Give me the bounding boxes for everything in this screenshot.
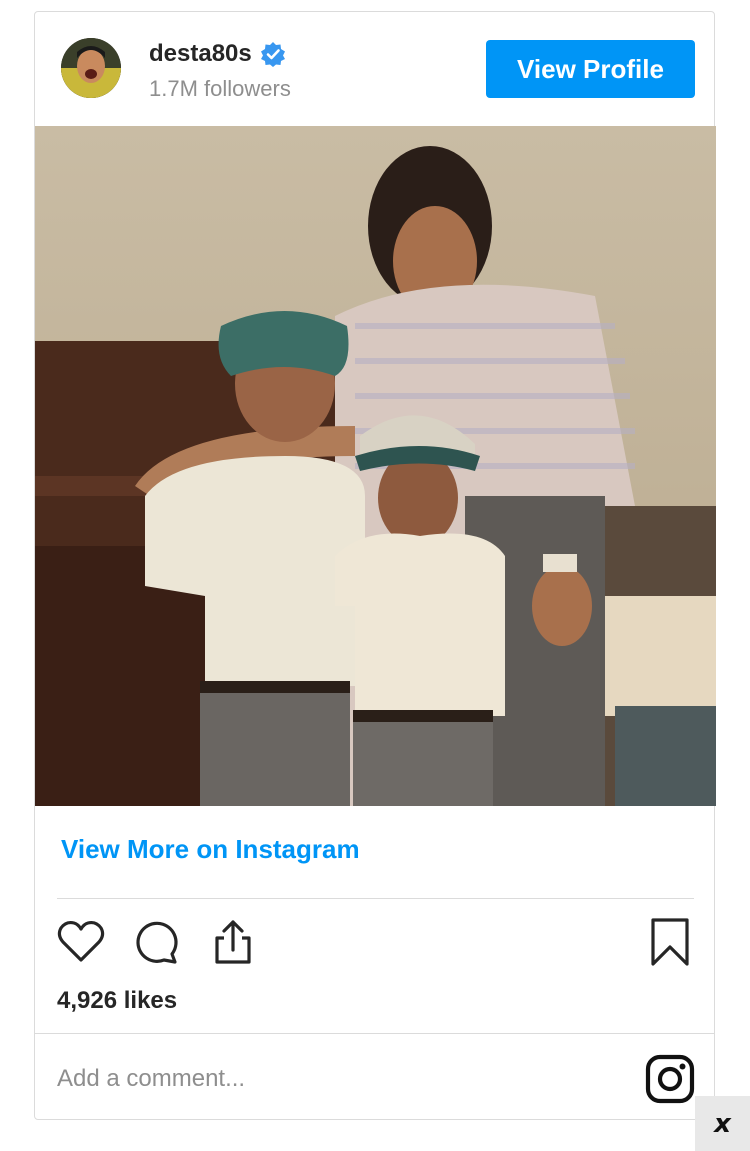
view-profile-button[interactable]: View Profile	[486, 40, 695, 98]
action-bar	[35, 912, 714, 972]
share-icon[interactable]	[207, 916, 259, 968]
close-icon[interactable]: x	[695, 1096, 750, 1151]
username[interactable]: desta80s	[149, 40, 252, 68]
close-label: x	[714, 1108, 731, 1139]
heart-icon[interactable]	[55, 916, 107, 968]
instagram-logo-icon[interactable]	[644, 1053, 696, 1105]
username-row: desta80s	[149, 40, 286, 68]
follower-count: 1.7M followers	[149, 76, 291, 101]
divider	[35, 1033, 714, 1034]
comment-bubble-icon[interactable]	[131, 916, 183, 968]
add-comment-field[interactable]: Add a comment...	[57, 1065, 245, 1093]
bookmark-icon[interactable]	[644, 916, 696, 968]
verified-badge-icon	[260, 42, 285, 67]
instagram-embed-card: desta80s 1.7M followers View Profile Vie…	[34, 11, 716, 1120]
post-photo[interactable]	[35, 126, 716, 806]
view-more-on-instagram-link[interactable]: View More on Instagram	[61, 834, 360, 865]
avatar[interactable]	[61, 38, 121, 98]
post-header: desta80s 1.7M followers View Profile	[35, 12, 714, 126]
like-count: 4,926 likes	[57, 987, 178, 1014]
divider	[57, 898, 694, 899]
